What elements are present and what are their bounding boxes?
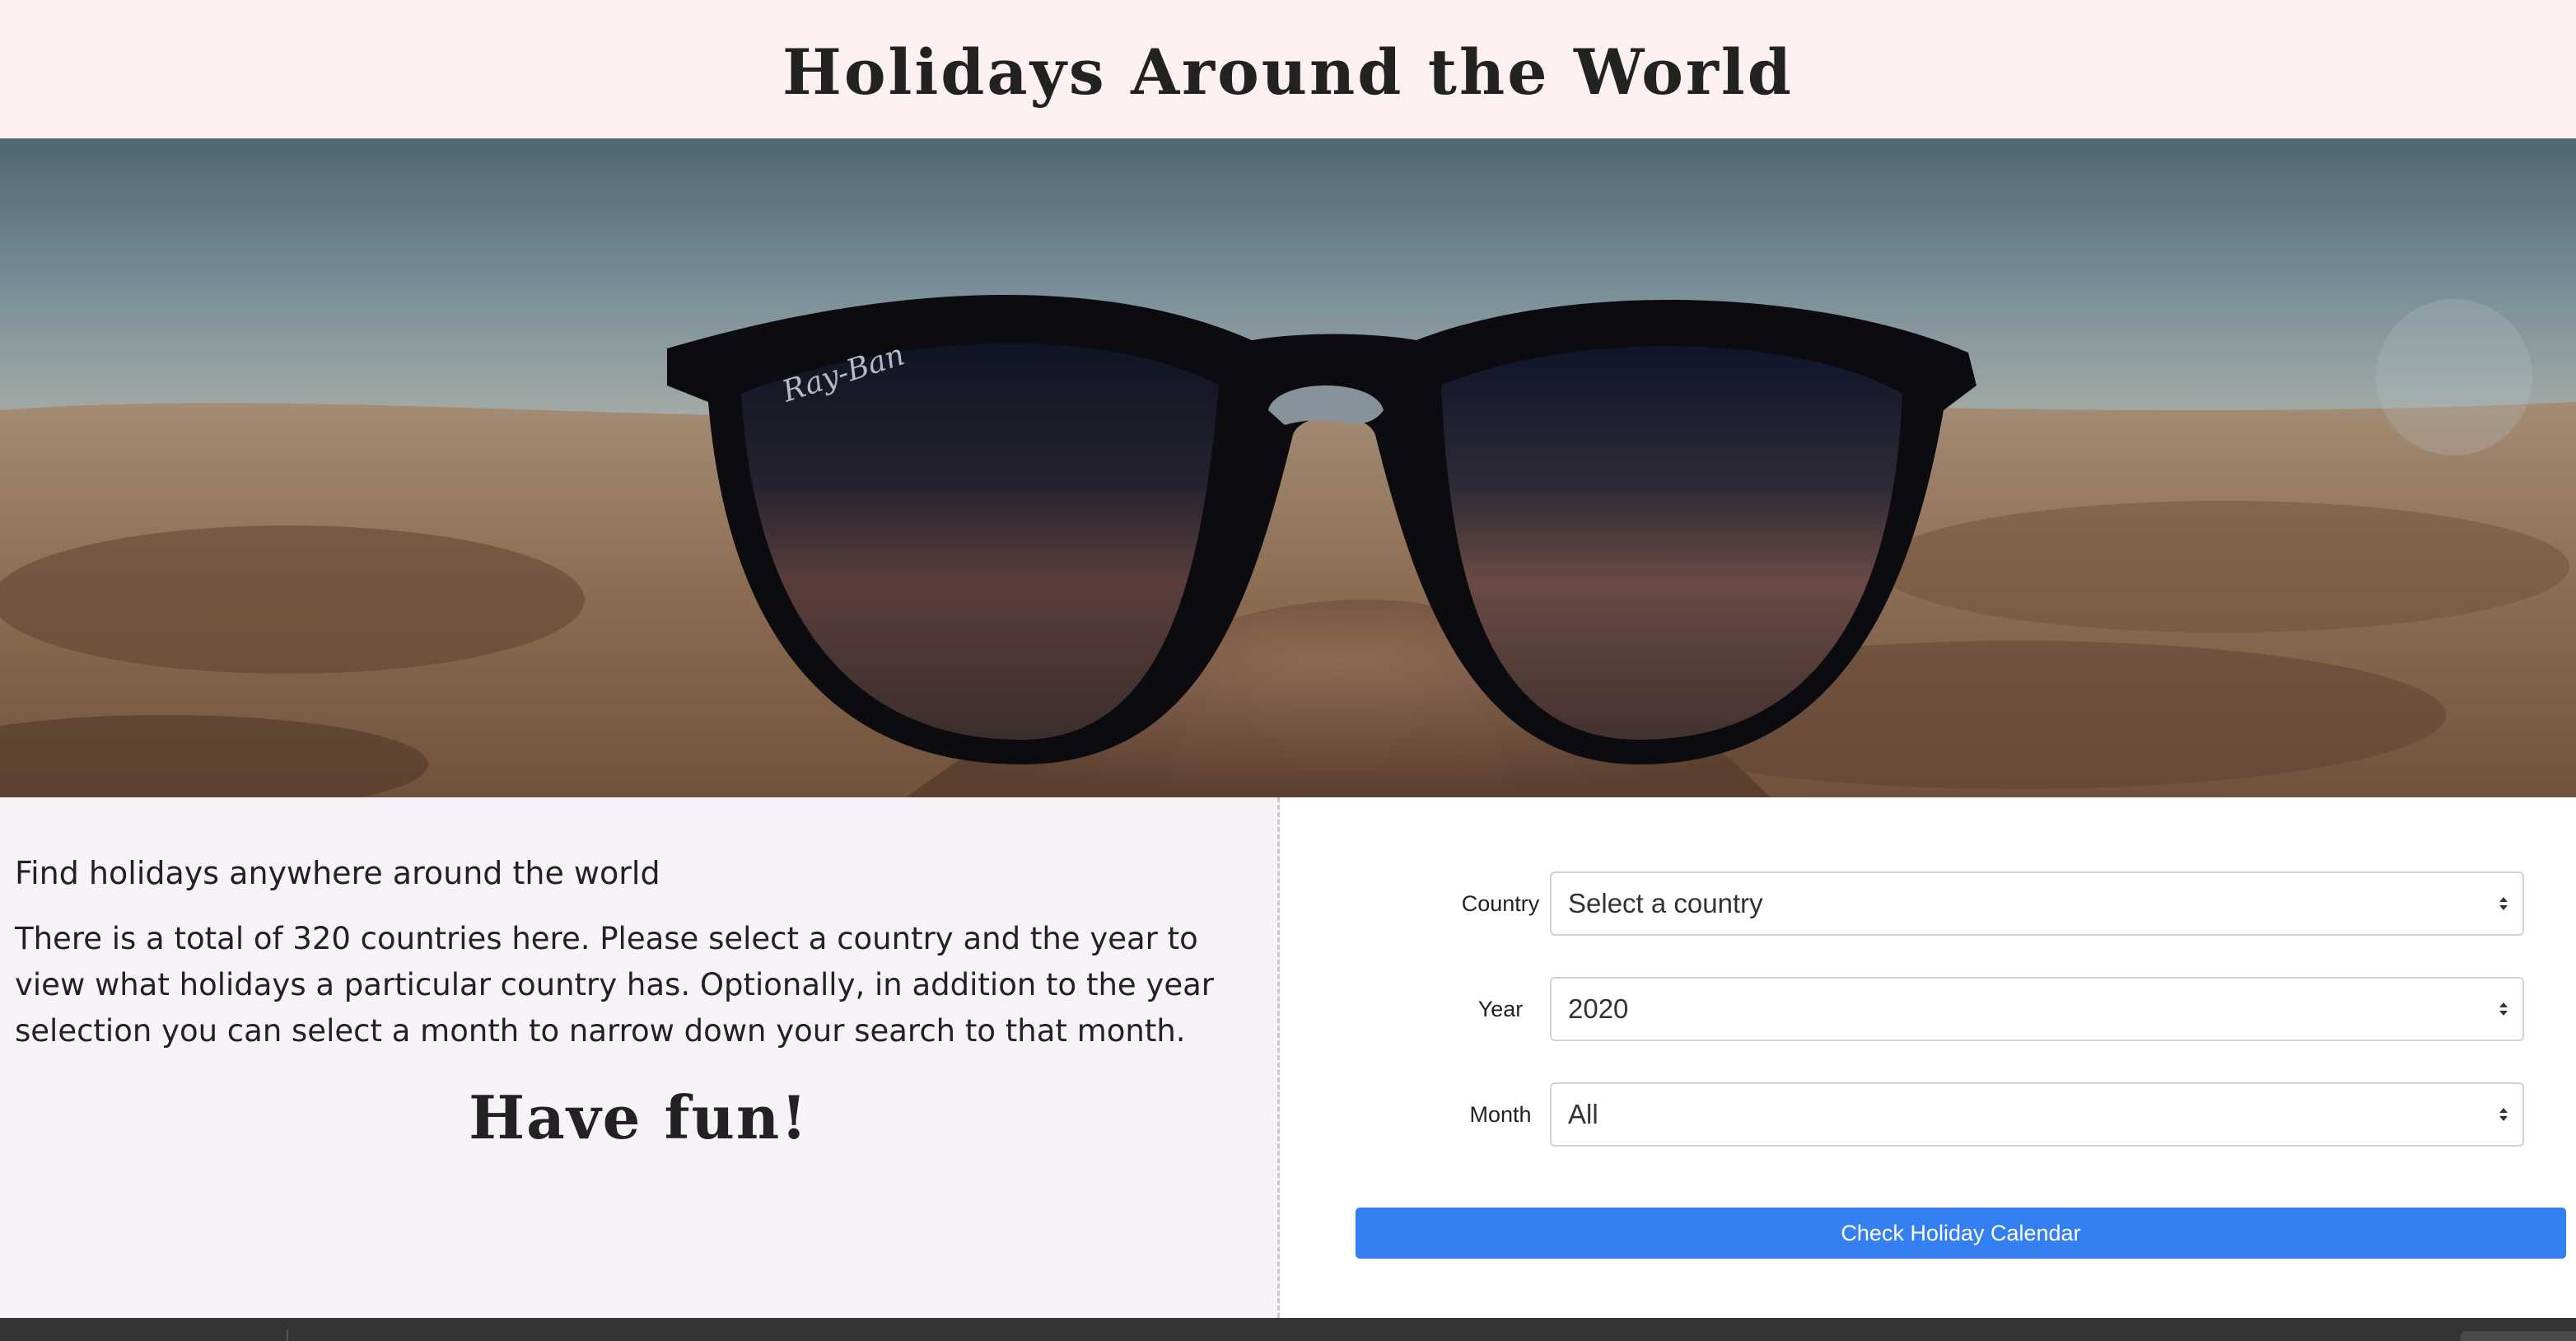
sunglasses-beach-illustration: Ray-Ban [0,138,2576,797]
select-caret-icon [2499,897,2508,910]
year-row: Year 2020 [1282,977,2576,1043]
year-select[interactable]: 2020 [1550,977,2524,1041]
select-caret-icon [2499,1108,2508,1121]
month-select-value: All [1568,1099,1598,1129]
bottom-bar-divider [287,1329,288,1341]
month-row: Month All [1282,1082,2576,1148]
page-title: Holidays Around the World [782,35,1794,109]
hero-image: Ray-Ban [0,138,2576,797]
closing-message: Have fun! [469,1082,809,1152]
country-row: Country Select a country [1282,871,2576,937]
info-description: There is a total of 320 countries here. … [15,921,1214,1049]
holiday-search-form: Country Select a country Year 2020 Month… [1282,797,2576,1318]
country-select[interactable]: Select a country [1550,871,2524,936]
year-select-value: 2020 [1568,993,1629,1024]
month-select[interactable]: All [1550,1082,2524,1147]
bottom-bar-handle[interactable] [2461,1331,2576,1341]
bottom-bar [0,1318,2576,1341]
check-holiday-calendar-button[interactable]: Check Holiday Calendar [1356,1208,2566,1259]
select-caret-icon [2499,1002,2508,1016]
country-select-value: Select a country [1568,888,1763,918]
site-header: Holidays Around the World [0,0,2576,138]
info-heading: Find holidays anywhere around the world [15,855,660,891]
info-panel: Find holidays anywhere around the world … [0,797,1280,1318]
